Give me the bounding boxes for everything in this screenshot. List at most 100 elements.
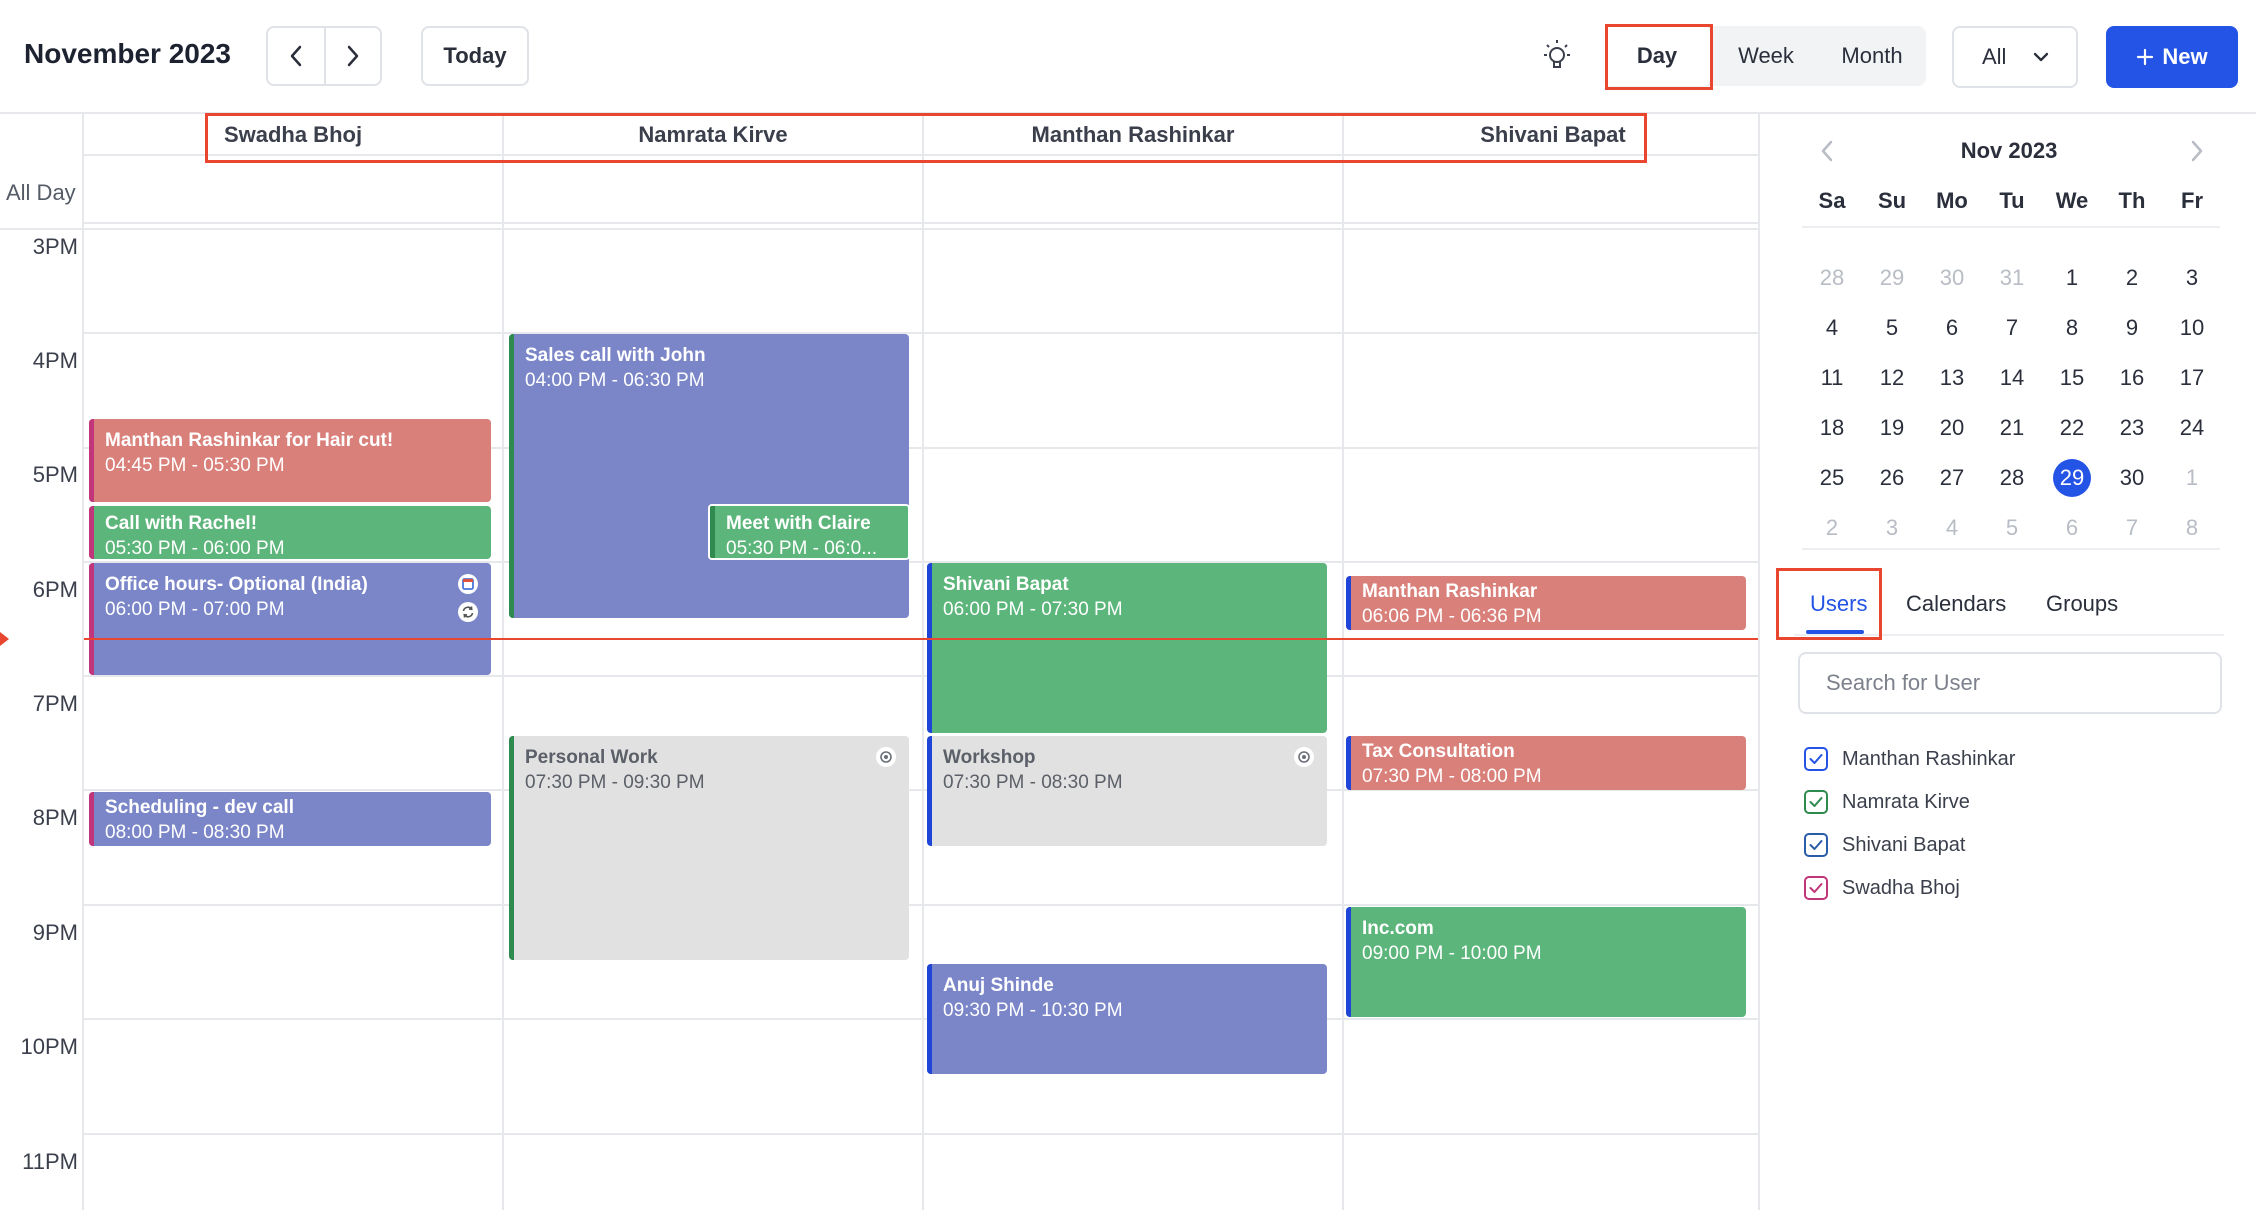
mini-calendar-day[interactable]: 10	[2162, 308, 2222, 348]
mini-calendar-day[interactable]: 30	[2102, 458, 2162, 498]
event-card[interactable]: Inc.com 09:00 PM - 10:00 PM	[1346, 907, 1746, 1017]
mini-calendar-day[interactable]: 19	[1862, 408, 1922, 448]
mini-calendar-day[interactable]: 13	[1922, 358, 1982, 398]
next-button[interactable]	[323, 28, 380, 84]
mini-calendar-day[interactable]: 5	[1862, 308, 1922, 348]
mini-calendar-weekday: Mo	[1936, 188, 1968, 213]
new-button[interactable]: New	[2106, 26, 2238, 88]
users-tab-highlight	[1776, 568, 1882, 640]
mini-calendar-day[interactable]: 28	[1802, 258, 1862, 298]
mini-calendar-day[interactable]: 6	[1922, 308, 1982, 348]
event-time: 04:45 PM - 05:30 PM	[105, 455, 285, 476]
event-card[interactable]: Office hours- Optional (India) 06:00 PM …	[89, 563, 491, 675]
event-color-bar	[1346, 736, 1351, 790]
mini-calendar-day[interactable]: 2	[1802, 508, 1862, 548]
mini-calendar-day[interactable]: 30	[1922, 258, 1982, 298]
event-card[interactable]: Manthan Rashinkar 06:06 PM - 06:36 PM	[1346, 576, 1746, 630]
event-card[interactable]: Scheduling - dev call 08:00 PM - 08:30 P…	[89, 792, 491, 846]
mini-calendar-day[interactable]: 2	[2102, 258, 2162, 298]
mini-calendar-day[interactable]: 26	[1862, 458, 1922, 498]
calendar-header: November 2023 Today Day Week Month All N…	[0, 0, 2256, 114]
checkbox-checked-icon[interactable]	[1804, 833, 1828, 857]
lightbulb-icon[interactable]	[1540, 38, 1574, 74]
mini-calendar-day[interactable]: 8	[2042, 308, 2102, 348]
mini-calendar-day[interactable]: 22	[2042, 408, 2102, 448]
view-week-button[interactable]: Week	[1716, 26, 1816, 86]
mini-calendar-day[interactable]: 4	[1922, 508, 1982, 548]
mini-calendar-day[interactable]: 7	[1982, 308, 2042, 348]
checkbox-checked-icon[interactable]	[1804, 790, 1828, 814]
user-columns-highlight	[205, 113, 1647, 163]
user-filter-row[interactable]: Manthan Rashinkar	[1804, 744, 2015, 774]
mini-calendar-day[interactable]: 24	[2162, 408, 2222, 448]
checkbox-checked-icon[interactable]	[1804, 747, 1828, 771]
mini-calendar-day[interactable]: 9	[2102, 308, 2162, 348]
event-card[interactable]: Manthan Rashinkar for Hair cut! 04:45 PM…	[89, 419, 491, 502]
event-card[interactable]: Sales call with John 04:00 PM - 06:30 PM	[509, 334, 909, 618]
event-time: 05:30 PM - 06:0...	[726, 538, 878, 559]
mini-calendar-day[interactable]: 21	[1982, 408, 2042, 448]
current-time-marker	[0, 632, 9, 646]
mini-calendar-day[interactable]: 7	[2102, 508, 2162, 548]
mini-calendar-day[interactable]: 29	[1862, 258, 1922, 298]
mini-calendar-day[interactable]: 11	[1802, 358, 1862, 398]
event-title: Scheduling - dev call	[105, 797, 294, 818]
mini-calendar-day[interactable]: 17	[2162, 358, 2222, 398]
mini-calendar-day[interactable]: 12	[1862, 358, 1922, 398]
today-button[interactable]: Today	[421, 26, 529, 86]
event-card[interactable]: Personal Work 07:30 PM - 09:30 PM	[509, 736, 909, 960]
tab-calendars[interactable]: Calendars	[1906, 574, 2006, 634]
mini-calendar-day[interactable]: 25	[1802, 458, 1862, 498]
mini-calendar-day[interactable]: 16	[2102, 358, 2162, 398]
all-day-row[interactable]	[84, 156, 1758, 224]
mini-calendar-day[interactable]: 3	[1862, 508, 1922, 548]
filter-select-value: All	[1982, 44, 2007, 69]
event-title: Inc.com	[1362, 918, 1434, 939]
mini-calendar-day[interactable]: 3	[2162, 258, 2222, 298]
user-filter-row[interactable]: Shivani Bapat	[1804, 830, 1965, 860]
hour-line	[84, 1018, 1758, 1020]
tab-groups[interactable]: Groups	[2046, 574, 2118, 634]
mini-calendar-next-icon[interactable]	[2190, 140, 2204, 162]
mini-calendar-day[interactable]: 29	[2042, 458, 2102, 498]
hour-label: 6PM	[32, 577, 78, 602]
previous-button[interactable]	[268, 28, 324, 84]
mini-calendar-day[interactable]: 1	[2042, 258, 2102, 298]
event-card[interactable]: Meet with Claire 05:30 PM - 06:0...	[708, 504, 910, 560]
mini-calendar-day[interactable]: 1	[2162, 458, 2222, 498]
filter-select[interactable]: All	[1952, 26, 2078, 88]
mini-calendar-day[interactable]: 4	[1802, 308, 1862, 348]
mini-calendar-day[interactable]: 5	[1982, 508, 2042, 548]
checkbox-checked-icon[interactable]	[1804, 876, 1828, 900]
user-filter-row[interactable]: Namrata Kirve	[1804, 787, 1970, 817]
mini-calendar-day[interactable]: 20	[1922, 408, 1982, 448]
event-title: Tax Consultation	[1362, 741, 1515, 762]
mini-calendar-day[interactable]: 27	[1922, 458, 1982, 498]
mini-calendar-day[interactable]: 23	[2102, 408, 2162, 448]
user-filter-row[interactable]: Swadha Bhoj	[1804, 873, 1960, 903]
user-filter-name: Shivani Bapat	[1842, 833, 1966, 856]
mini-calendar-day[interactable]: 18	[1802, 408, 1862, 448]
mini-calendar-day[interactable]: 6	[2042, 508, 2102, 548]
column-divider	[502, 114, 504, 1210]
mini-calendar-day[interactable]: 8	[2162, 508, 2222, 548]
event-card[interactable]: Shivani Bapat 06:00 PM - 07:30 PM	[927, 563, 1327, 733]
view-month-button[interactable]: Month	[1818, 26, 1926, 86]
chevron-left-icon	[290, 45, 302, 67]
day-calendar-grid: Swadha Bhoj Namrata Kirve Manthan Rashin…	[0, 114, 1760, 1210]
event-card[interactable]: Call with Rachel! 05:30 PM - 06:00 PM	[89, 506, 491, 559]
mini-calendar-day[interactable]: 28	[1982, 458, 2042, 498]
mini-calendar-day[interactable]: 14	[1982, 358, 2042, 398]
user-filter-name: Manthan Rashinkar	[1842, 747, 2016, 770]
event-card[interactable]: Anuj Shinde 09:30 PM - 10:30 PM	[927, 964, 1327, 1074]
event-card[interactable]: Tax Consultation 07:30 PM - 08:00 PM	[1346, 736, 1746, 790]
mini-calendar-day[interactable]: 15	[2042, 358, 2102, 398]
plus-icon	[2137, 48, 2154, 66]
event-color-bar	[927, 563, 932, 733]
event-time: 06:00 PM - 07:30 PM	[943, 599, 1123, 620]
mini-calendar-weekday: Fr	[2181, 188, 2203, 213]
user-search-input[interactable]	[1798, 652, 2222, 714]
event-time: 05:30 PM - 06:00 PM	[105, 538, 285, 559]
mini-calendar-day[interactable]: 31	[1982, 258, 2042, 298]
event-card[interactable]: Workshop 07:30 PM - 08:30 PM	[927, 736, 1327, 846]
